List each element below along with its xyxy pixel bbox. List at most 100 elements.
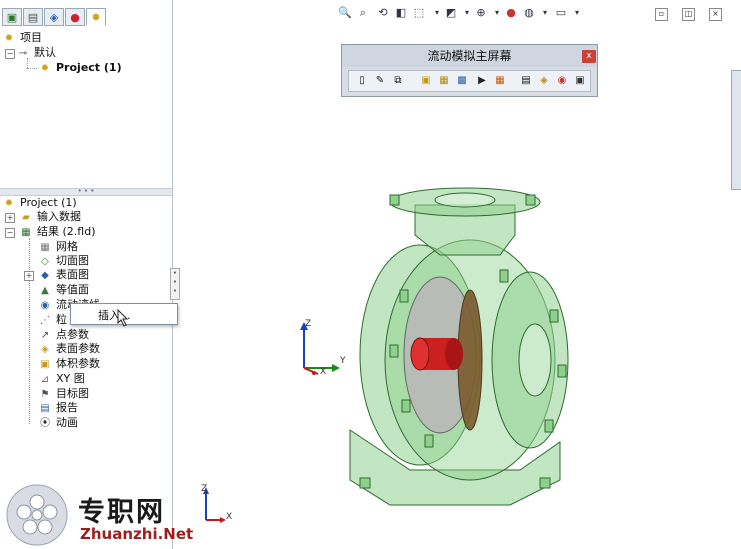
dropdown-arrow-icon[interactable]: ▾ [460, 6, 474, 20]
property-icon: ▤ [27, 10, 39, 24]
config-label: 默认 [34, 46, 56, 59]
analysis-root-label: Project (1) [20, 196, 77, 209]
panel-tabs: ▣ ▤ ◈ ● ✹ [0, 6, 172, 28]
minimize-icon[interactable]: ▫ [655, 8, 668, 21]
project-label: Project (1) [56, 61, 122, 74]
heads-up-view-toolbar: 🔍 ⌕ ⟲ ◧ ⬚ ▾ ◩ ▾ ⊕ ▾ ● ◍ ▾ ▭ ▾ [336, 4, 584, 24]
run-icon[interactable]: ▶ [475, 74, 489, 88]
z-axis-label: Z [305, 319, 311, 329]
tree-root-analysis[interactable]: ✹ Project (1) [2, 195, 77, 210]
tree-item-goal-plot[interactable]: ⚑ 目标图 [38, 386, 89, 401]
tree-item-point-params[interactable]: ↗ 点参数 [38, 327, 89, 342]
appearance-icon: ● [70, 10, 80, 24]
expand-toggle[interactable]: + [24, 271, 34, 281]
previous-view-icon[interactable]: ⟲ [376, 6, 390, 20]
item-label: 点参数 [56, 328, 89, 341]
tree-item-project[interactable]: ✹ Project (1) [38, 60, 122, 75]
view-orientation-icon[interactable]: ⬚ [412, 6, 426, 20]
dropdown-arrow-icon[interactable]: ▾ [538, 6, 552, 20]
dropdown-arrow-icon[interactable]: ▾ [430, 6, 444, 20]
dropdown-arrow-icon[interactable]: ▾ [490, 6, 504, 20]
context-menu: 插入... [70, 303, 178, 327]
input-data-icon: ▰ [22, 211, 30, 223]
tab-feature-tree[interactable]: ▣ [2, 8, 22, 26]
apply-scene-icon[interactable]: ◍ [522, 6, 536, 20]
flow-trajectory-icon: ◉ [40, 299, 50, 311]
results-icon: ▦ [21, 226, 31, 238]
mesh-settings-icon[interactable]: ▩ [455, 74, 469, 88]
inlet-bore [518, 323, 552, 397]
tree-item-default-config[interactable]: ⊸ 默认 [16, 45, 56, 60]
xy-plot-icon: ⊿ [40, 373, 50, 385]
display-style-icon[interactable]: ◩ [444, 6, 458, 20]
hide-show-items-icon[interactable]: ⊕ [474, 6, 488, 20]
item-label: 动画 [56, 416, 78, 429]
expand-toggle[interactable]: − [5, 49, 15, 59]
window-title[interactable]: 流动模拟主屏幕 [342, 45, 597, 67]
close-icon[interactable]: × [709, 8, 722, 21]
project-icon: ✹ [4, 197, 14, 209]
tree-item-report[interactable]: ▤ 报告 [38, 400, 78, 415]
tree-item-surface-plot[interactable]: ◆ 表面图 [38, 267, 89, 282]
viewport-window-controls: ▫ ◫ × [652, 8, 732, 22]
tab-property[interactable]: ▤ [23, 8, 43, 26]
watermark-logo [6, 484, 68, 546]
tree-connector [29, 238, 30, 424]
expand-toggle[interactable]: + [5, 213, 15, 223]
tab-flow-analysis[interactable]: ✹ [86, 8, 106, 26]
computational-domain-icon[interactable]: ▦ [437, 74, 451, 88]
task-pane-dock[interactable] [731, 70, 741, 190]
tree-item-animation[interactable]: ⦿ 动画 [38, 415, 78, 430]
zoom-to-area-icon[interactable]: ⌕ [356, 6, 370, 20]
close-button[interactable]: x [582, 50, 596, 63]
item-label: XY 图 [56, 372, 85, 385]
tree-root-project[interactable]: ✹ 项目 [2, 30, 42, 45]
tree-item-xy-plot[interactable]: ⊿ XY 图 [38, 371, 85, 386]
view-settings-icon[interactable]: ▭ [554, 6, 568, 20]
project-icon: ✹ [40, 62, 50, 74]
panel-collapse-grip[interactable]: • • • [170, 268, 180, 300]
reference-triad: Z X [201, 484, 232, 523]
dropdown-arrow-icon[interactable]: ▾ [570, 6, 584, 20]
tab-config[interactable]: ◈ [44, 8, 64, 26]
general-settings-icon[interactable]: ▣ [419, 74, 433, 88]
mouse-cursor-icon [117, 309, 129, 327]
tree-item-surface-params[interactable]: ◈ 表面参数 [38, 341, 100, 356]
new-project-icon[interactable]: ▯ [355, 74, 369, 88]
item-label: 表面参数 [56, 342, 100, 355]
pump-3d-model[interactable] [330, 180, 590, 510]
load-results-icon[interactable]: ▤ [519, 74, 533, 88]
surface-plot-tool-icon[interactable]: ▣ [573, 74, 587, 88]
isosurface-icon: ▲ [41, 284, 49, 296]
collapse-toggle[interactable]: − [5, 228, 15, 238]
tree-item-cut-plot[interactable]: ◇ 切面图 [38, 253, 89, 268]
restore-icon[interactable]: ◫ [682, 8, 695, 21]
tree-connector [27, 68, 37, 69]
coordinate-triad: Z Y X [300, 319, 346, 377]
particle-study-icon: ⋰ [40, 314, 50, 326]
clone-project-icon[interactable]: ⧉ [391, 74, 405, 88]
cut-plot-tool-icon[interactable]: ◉ [555, 74, 569, 88]
zoom-to-fit-icon[interactable]: 🔍 [338, 6, 352, 20]
config-icon: ◈ [49, 10, 59, 24]
edit-appearance-icon[interactable]: ● [504, 6, 518, 20]
tree-item-mesh[interactable]: ▦ 网格 [38, 239, 78, 254]
x-axis-label: X [226, 512, 232, 522]
mesh-icon: ▦ [40, 241, 50, 253]
animation-icon: ⦿ [40, 417, 50, 429]
tree-item-isosurface[interactable]: ▲ 等值面 [38, 282, 89, 297]
section-view-icon[interactable]: ◧ [394, 6, 408, 20]
tree-item-input-data[interactable]: ▰ 输入数据 [19, 209, 81, 224]
item-label: 粒 [56, 313, 67, 326]
tree-item-results[interactable]: ▦ 结果 (2.fld) [19, 224, 96, 239]
tree-item-volume-params[interactable]: ▣ 体积参数 [38, 356, 100, 371]
report-icon: ▤ [40, 402, 50, 414]
wizard-icon[interactable]: ✎ [373, 74, 387, 88]
item-label: 结果 (2.fld) [37, 225, 96, 238]
results-summary-icon[interactable]: ◈ [537, 74, 551, 88]
tree-item-particle-study[interactable]: ⋰ 粒 [38, 312, 67, 327]
simulation-toolbar: ▯ ✎ ⧉ ▣ ▦ ▩ ▶ ▦ ▤ ◈ ◉ ▣ [348, 70, 591, 92]
goal-plot-icon: ⚑ [40, 388, 50, 400]
solver-monitor-icon[interactable]: ▦ [493, 74, 507, 88]
tab-appearance[interactable]: ● [65, 8, 85, 26]
